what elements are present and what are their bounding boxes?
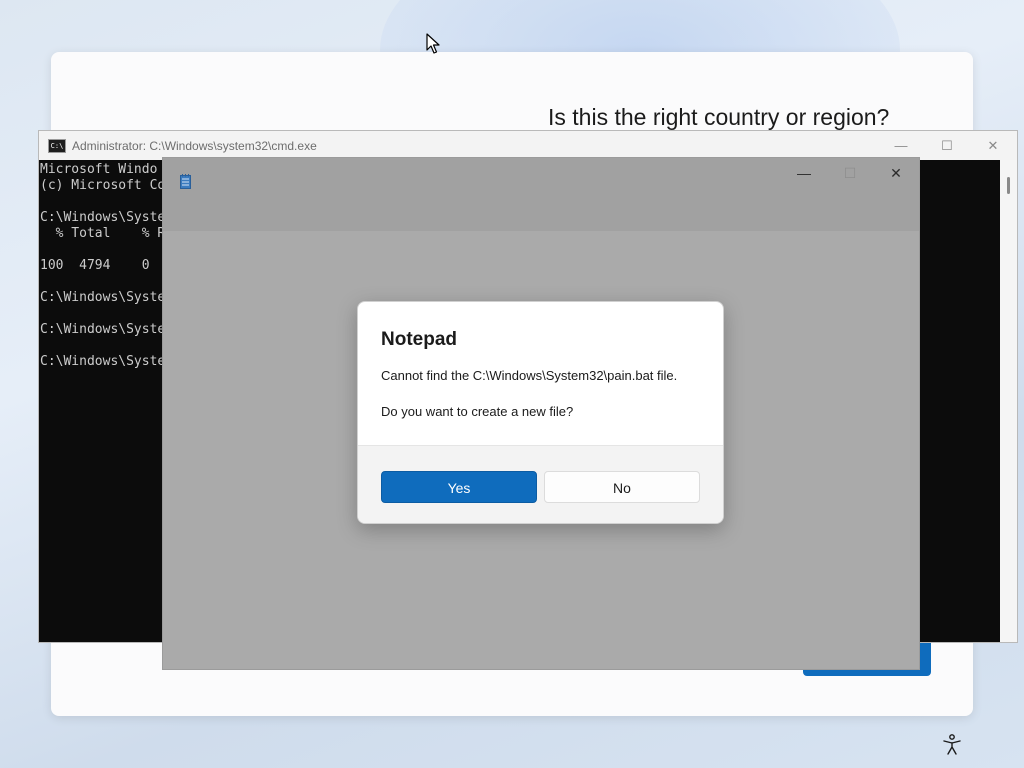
yes-button[interactable]: Yes <box>381 471 537 503</box>
cmd-line: 100 4794 0 <box>40 258 166 273</box>
cmd-line: (c) Microsoft Co <box>40 178 166 193</box>
cmd-line: Microsoft Windo <box>40 162 158 177</box>
cmd-maximize-button[interactable]: ☐ <box>924 131 970 160</box>
notepad-close-button[interactable]: ✕ <box>873 158 919 188</box>
cmd-line: % Total % R <box>40 226 166 241</box>
mouse-pointer-icon <box>426 33 440 54</box>
cmd-line: C:\Windows\Syste <box>40 354 166 369</box>
dialog-message: Cannot find the C:\Windows\System32\pain… <box>381 368 678 383</box>
dialog-title: Notepad <box>381 329 457 350</box>
cmd-line: C:\Windows\Syste <box>40 290 166 305</box>
cmd-close-button[interactable]: ✕ <box>970 131 1016 160</box>
cmd-line: C:\Windows\Syste <box>40 210 166 225</box>
cmd-title: Administrator: C:\Windows\system32\cmd.e… <box>72 138 317 153</box>
cmd-output[interactable]: Microsoft Windo (c) Microsoft Co C:\Wind… <box>40 162 165 370</box>
notepad-minimize-button[interactable]: — <box>781 158 827 188</box>
setup-question: Is this the right country or region? <box>548 104 890 130</box>
cmd-scroll-thumb[interactable] <box>1007 177 1010 194</box>
cmd-titlebar[interactable]: C:\ Administrator: C:\Windows\system32\c… <box>39 131 1017 160</box>
notepad-icon <box>180 174 191 189</box>
notepad-dialog: Notepad Cannot find the C:\Windows\Syste… <box>357 301 724 524</box>
accessibility-icon[interactable] <box>941 733 963 755</box>
cmd-icon: C:\ <box>48 138 66 153</box>
dialog-question: Do you want to create a new file? <box>381 404 574 419</box>
dialog-footer: Yes No <box>358 445 723 523</box>
no-button[interactable]: No <box>544 471 700 503</box>
cmd-minimize-button[interactable]: — <box>878 131 924 160</box>
cmd-scrollbar[interactable] <box>1000 160 1017 642</box>
cmd-line: C:\Windows\Syste <box>40 322 166 337</box>
notepad-maximize-button[interactable]: ☐ <box>827 158 873 188</box>
notepad-titlebar[interactable]: — ☐ ✕ <box>163 158 919 231</box>
